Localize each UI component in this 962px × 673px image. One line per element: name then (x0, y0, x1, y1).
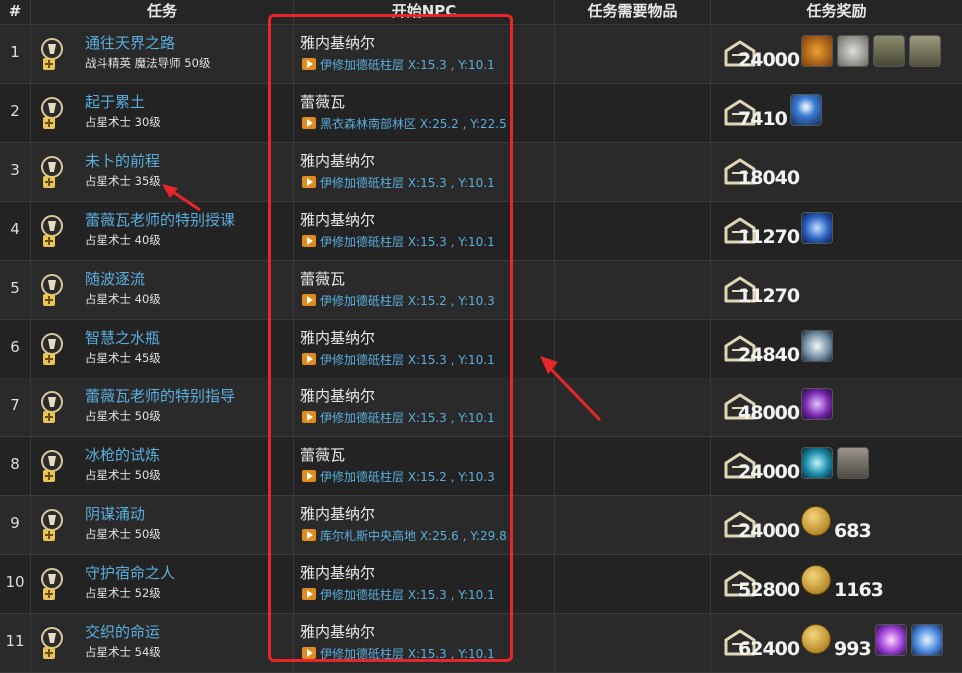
annotation-arrows (162, 184, 602, 422)
arrow-annotation (162, 184, 201, 212)
arrow-annotation (540, 356, 602, 422)
